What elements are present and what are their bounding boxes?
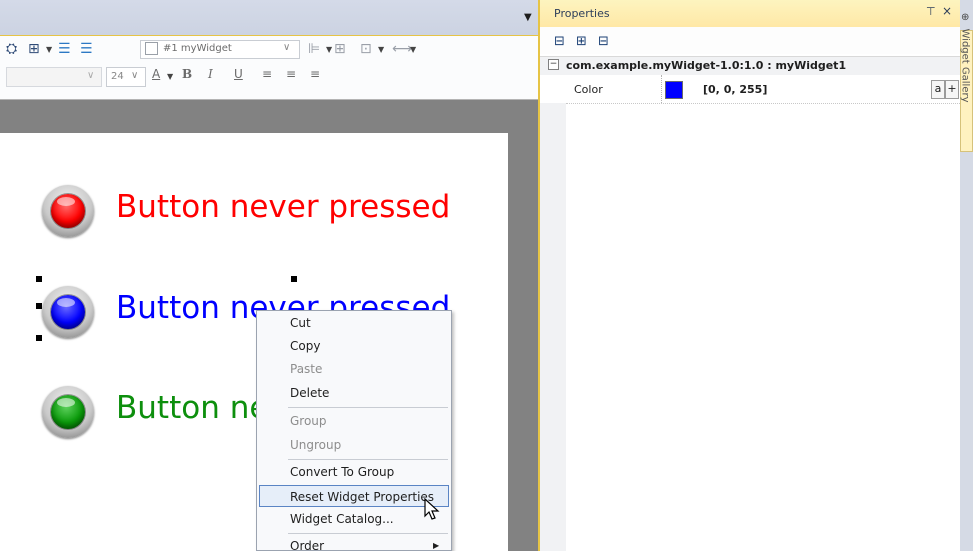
menu-item-label: Delete [290, 386, 330, 400]
menu-item-group[interactable]: Group [259, 410, 449, 432]
property-value[interactable]: [0, 0, 255] [703, 83, 767, 96]
menu-item-widget-catalog[interactable]: Widget Catalog... [259, 508, 449, 530]
lamp-shine [57, 398, 75, 407]
button-widget-red[interactable] [42, 185, 94, 237]
mouse-pointer-icon [424, 498, 440, 520]
property-category[interactable]: − com.example.myWidget-1.0:1.0 : myWidge… [540, 56, 960, 75]
color-swatch[interactable] [665, 81, 683, 99]
widget-select-value: #1 myWidget [163, 43, 232, 54]
menu-item-ungroup[interactable]: Ungroup [259, 434, 449, 456]
button-widget-green[interactable] [42, 386, 94, 438]
italic-button[interactable]: I [208, 67, 213, 81]
widget-label: Button never pressed [116, 189, 451, 225]
collapse-icon[interactable]: − [548, 59, 559, 70]
group-icon[interactable]: ⛭ [6, 40, 17, 58]
properties-panel: Properties ⊤ × ⊟ ⊞ ⊟ − com.example.myWid… [540, 0, 960, 551]
category-label: com.example.myWidget-1.0:1.0 : myWidget1 [566, 59, 847, 72]
alphabetical-view-icon[interactable]: ⊞ [576, 34, 587, 49]
close-icon[interactable]: × [942, 4, 952, 18]
underline-button[interactable]: U [234, 67, 243, 81]
menu-item-label: Convert To Group [290, 465, 395, 479]
font-color-button[interactable]: A [152, 67, 160, 81]
row-divider [566, 103, 960, 104]
lamp-shine [57, 197, 75, 206]
grid-icon[interactable]: ⊡ [360, 40, 372, 58]
tab-list-dropdown-icon[interactable]: ▼ [524, 12, 532, 23]
menu-item-label: Ungroup [290, 438, 342, 452]
chevron-down-icon[interactable]: ▼ [167, 72, 173, 81]
send-to-back-icon[interactable]: ☰ [80, 40, 93, 58]
chevron-down-icon: ∨ [131, 70, 139, 81]
selection-handle[interactable] [291, 276, 297, 282]
menu-item-label: Cut [290, 316, 311, 330]
align-left-edges-icon[interactable]: ⊫ [308, 40, 320, 58]
context-menu: Cut Copy Paste Delete Group Ungroup Conv… [256, 310, 452, 551]
property-pages-icon[interactable]: ⊟ [598, 34, 609, 49]
button-widget-blue[interactable] [42, 286, 94, 338]
menu-item-label: Group [290, 414, 327, 428]
menu-item-label: Order [290, 539, 325, 551]
align-left-icon[interactable]: ≡ [262, 67, 272, 81]
font-size-select[interactable]: 24 ∨ [106, 67, 146, 87]
submenu-arrow-icon: ▶ [433, 541, 440, 550]
document-tab-strip [0, 0, 540, 35]
selection-handle[interactable] [36, 335, 42, 341]
lamp-shine [57, 298, 75, 307]
property-gutter [540, 75, 566, 551]
menu-item-order[interactable]: Order ▶ [259, 535, 449, 551]
property-name: Color [574, 83, 603, 96]
menu-item-label: Widget Catalog... [290, 512, 394, 526]
menu-separator [288, 407, 448, 408]
expand-button[interactable]: + [945, 80, 959, 99]
chevron-down-icon[interactable]: ▼ [378, 45, 384, 54]
selection-handle[interactable] [36, 276, 42, 282]
widget-gallery-label: Widget Gallery [959, 28, 971, 103]
chevron-down-icon[interactable]: ▼ [326, 45, 332, 54]
widget-gallery-tab[interactable]: Widget Gallery [959, 28, 973, 152]
selection-handle[interactable] [36, 303, 42, 309]
edit-text-button[interactable]: a [931, 80, 945, 99]
pin-icon[interactable]: ⊤ [926, 5, 936, 18]
menu-item-reset-widget-properties[interactable]: Reset Widget Properties [259, 485, 449, 507]
gallery-icon[interactable]: ⊕ [961, 12, 969, 23]
menu-separator [288, 533, 448, 534]
categorized-view-icon[interactable]: ⊟ [554, 34, 565, 49]
menu-separator [288, 459, 448, 460]
align-right-icon[interactable]: ≡ [310, 67, 320, 81]
menu-item-paste[interactable]: Paste [259, 358, 449, 380]
menu-item-label: Copy [290, 339, 321, 353]
chevron-down-icon[interactable]: ▼ [410, 45, 416, 54]
hierarchy-icon[interactable]: ⊞ [28, 40, 40, 58]
chevron-down-icon[interactable]: ▼ [46, 45, 52, 54]
bring-to-front-icon[interactable]: ☰ [58, 40, 71, 58]
menu-item-label: Reset Widget Properties [290, 490, 435, 504]
menu-item-delete[interactable]: Delete [259, 382, 449, 404]
menu-item-label: Paste [290, 362, 323, 376]
properties-title-bar: Properties ⊤ × [540, 0, 960, 27]
widget-select[interactable]: #1 myWidget ∨ [140, 40, 300, 59]
widget-icon [145, 42, 158, 55]
column-separator [661, 75, 663, 103]
font-family-select[interactable]: ∨ [6, 67, 102, 87]
panel-title: Properties [554, 7, 610, 20]
chevron-down-icon: ∨ [283, 42, 291, 53]
menu-item-copy[interactable]: Copy [259, 335, 449, 357]
distribute-icon[interactable]: ⊞ [334, 40, 346, 58]
font-size-value: 24 [111, 71, 124, 82]
bold-button[interactable]: B [182, 67, 192, 81]
align-center-icon[interactable]: ≡ [286, 67, 296, 81]
menu-item-cut[interactable]: Cut [259, 312, 449, 334]
chevron-down-icon: ∨ [87, 70, 95, 81]
menu-item-convert-to-group[interactable]: Convert To Group [259, 461, 449, 483]
